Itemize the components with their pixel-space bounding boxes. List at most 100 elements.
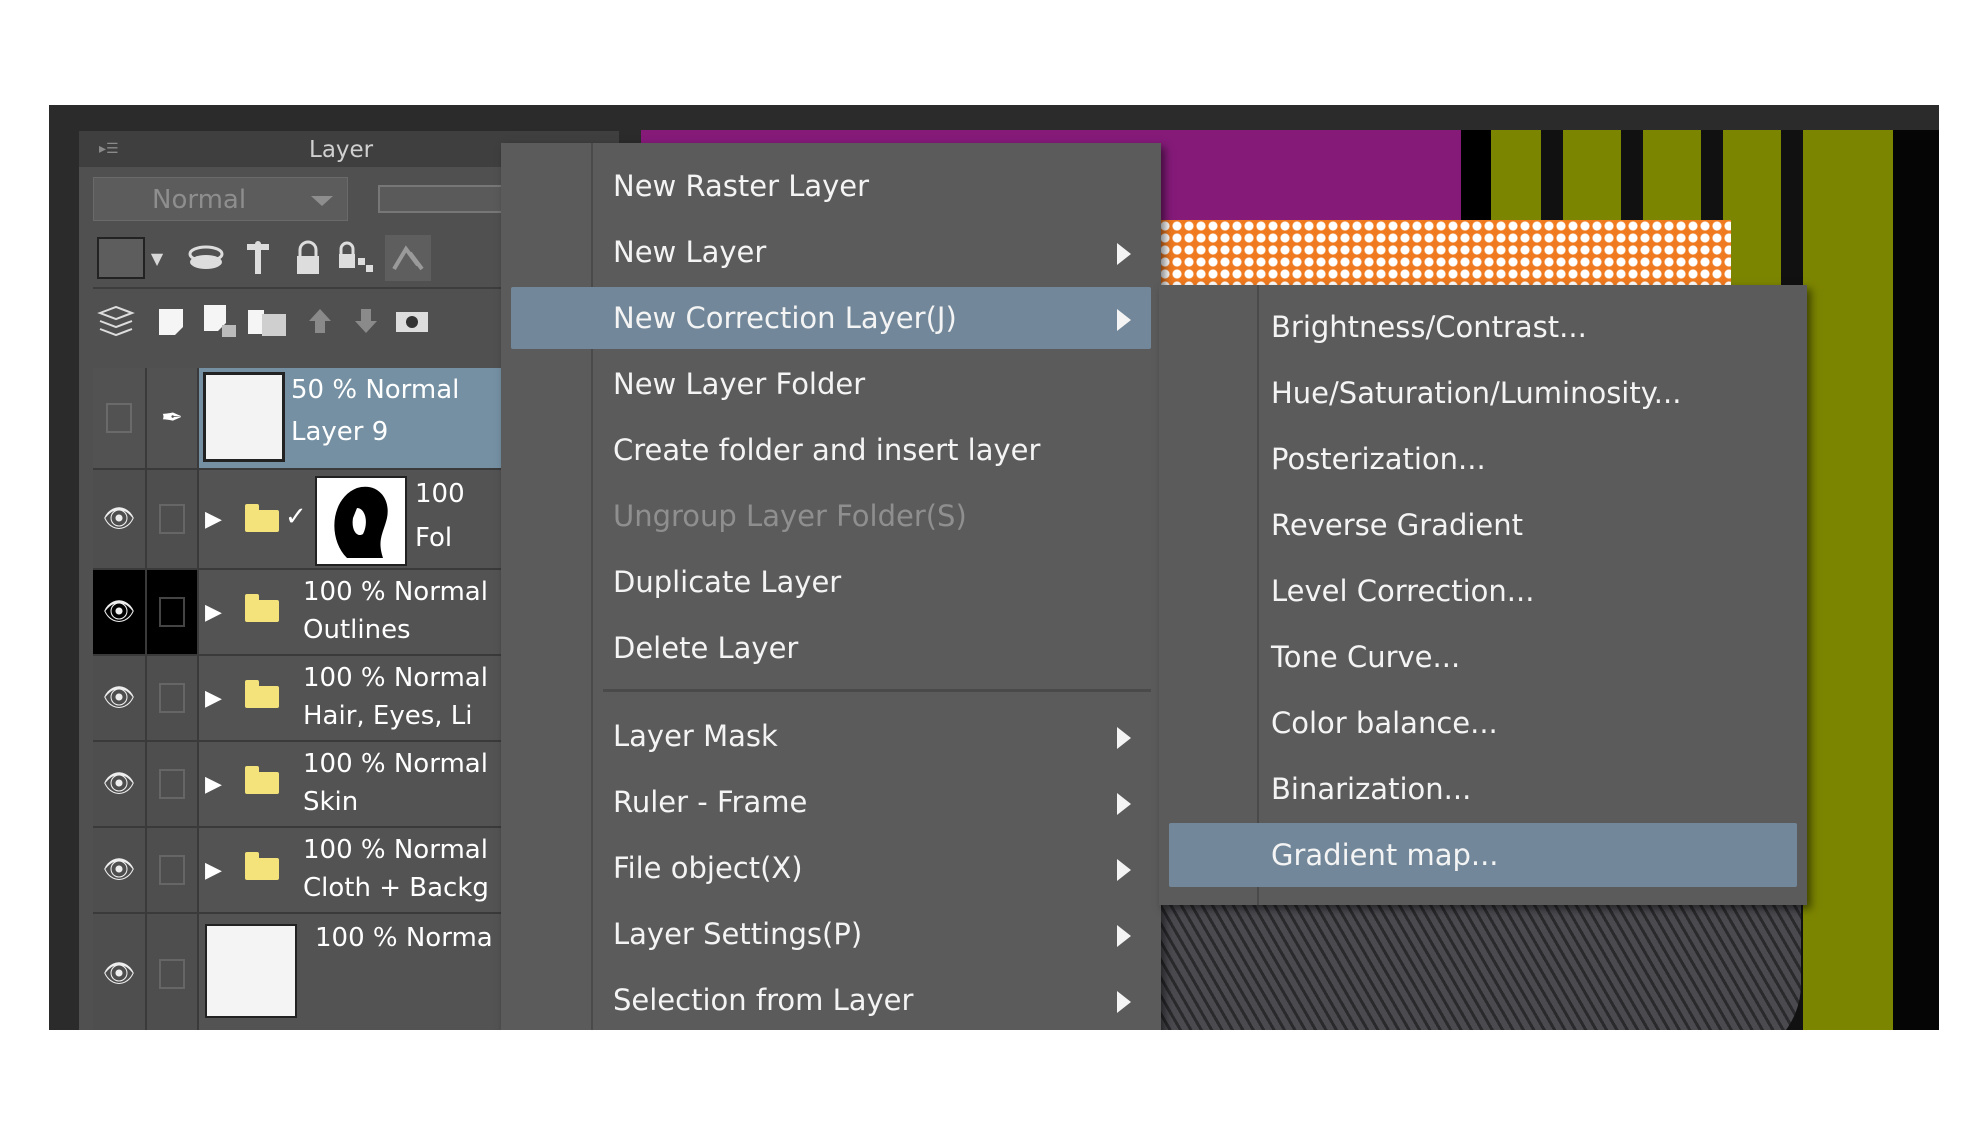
layer-opacity-mode: 50 % Normal — [291, 375, 460, 405]
lock-transparency-icon[interactable] — [333, 235, 379, 281]
submenu-arrow-icon — [1117, 727, 1131, 749]
submenu-item-label: Color balance... — [1271, 706, 1498, 740]
lock-checkbox — [159, 597, 185, 627]
menu-item-layer-settings[interactable]: Layer Settings(P) — [511, 903, 1151, 965]
folder-icon — [245, 504, 279, 532]
lock-checkbox — [159, 683, 185, 713]
chevron-down-icon — [311, 196, 333, 206]
lock-checkbox — [159, 855, 185, 885]
menu-item-file-object[interactable]: File object(X) — [511, 837, 1151, 899]
menu-item-label: Layer Mask — [613, 719, 778, 753]
submenu-arrow-icon — [1117, 859, 1131, 881]
layer-name: Cloth + Backg — [303, 873, 489, 903]
visibility-toggle[interactable] — [93, 368, 147, 468]
menu-item-label: Ungroup Layer Folder(S) — [613, 499, 967, 533]
expand-arrow-icon[interactable]: ▶ — [205, 656, 222, 740]
submenu-arrow-icon — [1117, 309, 1131, 331]
app-window: ▸☰ Layer Normal ▼ ✒ 50 % Normal Layer 9 … — [49, 105, 1939, 1030]
color-swatch — [96, 237, 145, 279]
layer-stack-icon[interactable] — [93, 299, 139, 345]
visibility-toggle[interactable]: 👁 — [93, 570, 147, 654]
visibility-toggle[interactable]: 👁 — [93, 914, 147, 1030]
lock-toggle[interactable] — [147, 470, 199, 568]
layer-opacity-mode: 100 % Norma — [315, 923, 493, 953]
submenu-item-binarization[interactable]: Binarization... — [1169, 757, 1797, 821]
lock-toggle[interactable] — [147, 656, 199, 740]
new-vector-layer-icon[interactable] — [197, 299, 243, 345]
clipping-icon[interactable] — [183, 235, 229, 281]
check-icon: ✓ — [285, 502, 307, 532]
menu-item-duplicate-layer[interactable]: Duplicate Layer — [511, 551, 1151, 613]
submenu-item-hue-saturation[interactable]: Hue/Saturation/Luminosity... — [1169, 361, 1797, 425]
lock-toggle[interactable] — [147, 914, 199, 1030]
lock-toggle[interactable] — [147, 742, 199, 826]
submenu-arrow-icon — [1117, 991, 1131, 1013]
menu-item-new-layer-folder[interactable]: New Layer Folder — [511, 353, 1151, 415]
lock-icon[interactable] — [285, 235, 331, 281]
transfer-down-icon[interactable] — [297, 299, 343, 345]
layer-name: Layer 9 — [291, 417, 389, 447]
folder-icon — [245, 680, 279, 708]
menu-item-label: New Correction Layer(J) — [613, 301, 957, 335]
visibility-toggle[interactable]: 👁 — [93, 656, 147, 740]
menu-item-label: Duplicate Layer — [613, 565, 842, 599]
submenu-item-color-balance[interactable]: Color balance... — [1169, 691, 1797, 755]
color-swatch-button[interactable]: ▼ — [93, 235, 167, 281]
submenu-item-brightness-contrast[interactable]: Brightness/Contrast... — [1169, 295, 1797, 359]
submenu-arrow-icon — [1117, 793, 1131, 815]
layer-opacity-mode: 100 % Normal — [303, 749, 488, 779]
expand-arrow-icon[interactable]: ▶ — [205, 742, 222, 826]
layer-name: Hair, Eyes, Li — [303, 701, 473, 731]
reference-layer-icon[interactable] — [235, 235, 281, 281]
layer-opacity-mode: 100 — [415, 479, 465, 509]
pen-icon: ✒ — [161, 403, 183, 433]
submenu-arrow-icon — [1117, 243, 1131, 265]
submenu-item-label: Hue/Saturation/Luminosity... — [1271, 376, 1682, 410]
menu-item-label: Selection from Layer — [613, 983, 914, 1017]
menu-item-new-layer[interactable]: New Layer — [511, 221, 1151, 283]
submenu-item-label: Gradient map... — [1271, 838, 1499, 872]
expand-arrow-icon[interactable]: ▶ — [205, 828, 222, 912]
submenu-item-label: Level Correction... — [1271, 574, 1535, 608]
visibility-toggle[interactable]: 👁 — [93, 470, 147, 568]
visibility-toggle[interactable]: 👁 — [93, 828, 147, 912]
menu-separator — [603, 689, 1151, 692]
new-folder-icon[interactable] — [245, 299, 291, 345]
lock-toggle[interactable] — [147, 570, 199, 654]
folder-icon — [245, 852, 279, 880]
expand-arrow-icon[interactable]: ▶ — [205, 570, 222, 654]
submenu-item-label: Tone Curve... — [1271, 640, 1461, 674]
layer-mask-icon[interactable] — [389, 299, 435, 345]
menu-item-create-folder-insert-layer[interactable]: Create folder and insert layer — [511, 419, 1151, 481]
mask-thumbnail — [315, 476, 407, 566]
menu-item-selection-from-layer[interactable]: Selection from Layer — [511, 969, 1151, 1030]
mask-enable-icon[interactable] — [385, 235, 431, 281]
layer-context-menu: New Raster Layer New Layer New Correctio… — [501, 143, 1161, 1030]
submenu-item-label: Reverse Gradient — [1271, 508, 1524, 542]
menu-item-new-raster-layer[interactable]: New Raster Layer — [511, 155, 1151, 217]
visibility-toggle[interactable]: 👁 — [93, 742, 147, 826]
submenu-item-level-correction[interactable]: Level Correction... — [1169, 559, 1797, 623]
menu-item-layer-mask[interactable]: Layer Mask — [511, 705, 1151, 767]
layer-edit-status[interactable]: ✒ — [147, 368, 199, 468]
panel-grip-icon[interactable]: ▸☰ — [99, 141, 119, 157]
submenu-item-posterization[interactable]: Posterization... — [1169, 427, 1797, 491]
visibility-checkbox — [106, 403, 132, 433]
blend-mode-select[interactable]: Normal — [93, 177, 348, 221]
submenu-item-reverse-gradient[interactable]: Reverse Gradient — [1169, 493, 1797, 557]
merge-down-icon[interactable] — [343, 299, 389, 345]
submenu-item-tone-curve[interactable]: Tone Curve... — [1169, 625, 1797, 689]
menu-item-label: File object(X) — [613, 851, 803, 885]
menu-item-ruler-frame[interactable]: Ruler - Frame — [511, 771, 1151, 833]
new-raster-layer-icon[interactable] — [149, 299, 195, 345]
layer-name: Fol — [415, 523, 453, 553]
lock-toggle[interactable] — [147, 828, 199, 912]
eye-icon: 👁 — [102, 683, 136, 713]
layer-thumbnail — [205, 924, 297, 1018]
expand-arrow-icon[interactable]: ▶ — [205, 470, 222, 568]
submenu-item-gradient-map[interactable]: Gradient map... — [1169, 823, 1797, 887]
menu-item-delete-layer[interactable]: Delete Layer — [511, 617, 1151, 679]
menu-item-label: New Raster Layer — [613, 169, 870, 203]
menu-item-new-correction-layer[interactable]: New Correction Layer(J) — [511, 287, 1151, 349]
layer-opacity-mode: 100 % Normal — [303, 577, 488, 607]
